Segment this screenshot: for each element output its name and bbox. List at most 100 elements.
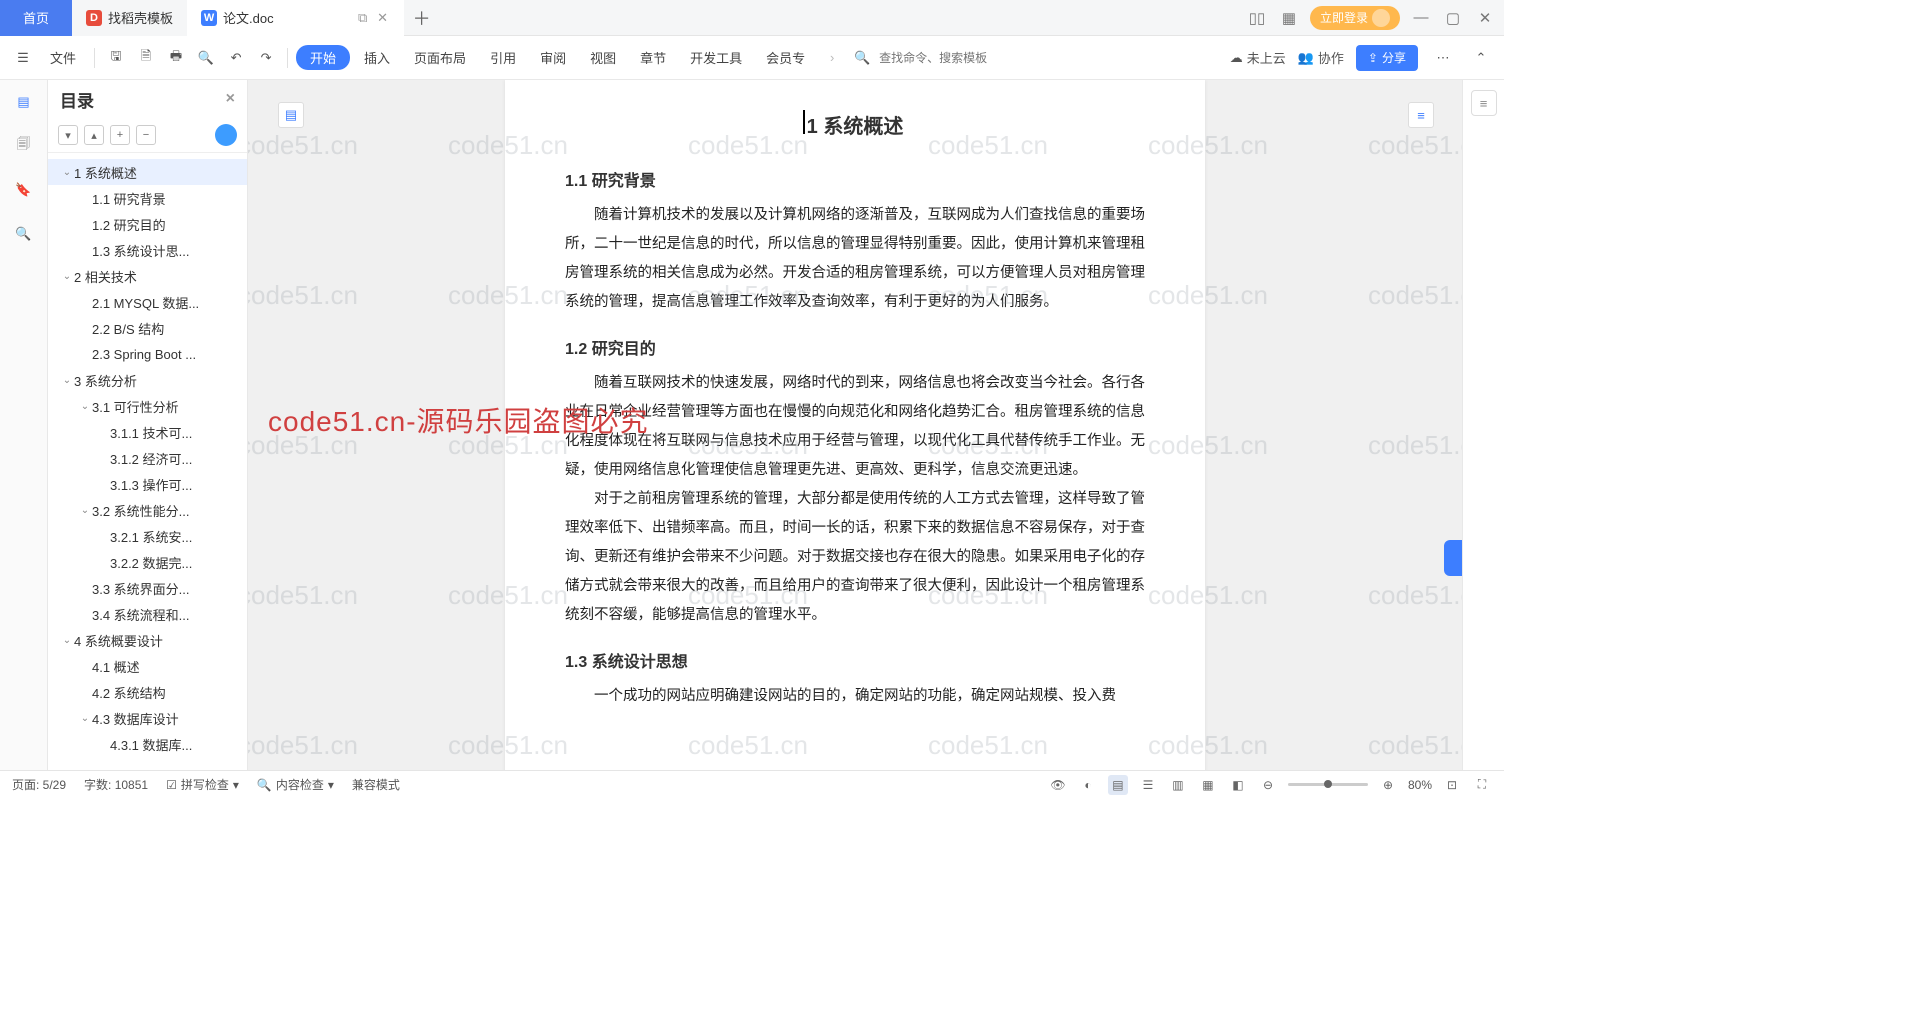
contentcheck-button[interactable]: 🔍 内容检查 ▾ bbox=[257, 776, 334, 793]
outline-expand-icon[interactable]: ▴ bbox=[84, 125, 104, 145]
outline-item[interactable]: ⌄2 相关技术 bbox=[48, 263, 247, 289]
outline-list[interactable]: ⌄1 系统概述1.1 研究背景1.2 研究目的1.3 系统设计思...⌄2 相关… bbox=[48, 153, 247, 770]
menu-view[interactable]: 视图 bbox=[580, 45, 626, 70]
menu-section[interactable]: 章节 bbox=[630, 45, 676, 70]
chevron-down-icon[interactable]: ⌄ bbox=[78, 401, 92, 412]
menu-insert[interactable]: 插入 bbox=[354, 45, 400, 70]
chevron-down-icon[interactable]: ⌄ bbox=[60, 271, 74, 282]
outline-item[interactable]: 4.1 概述 bbox=[48, 653, 247, 679]
word-counter[interactable]: 字数: 10851 bbox=[84, 776, 148, 793]
outline-tab-icon[interactable]: ▤ bbox=[12, 90, 36, 114]
weblayout-icon[interactable]: ▥ bbox=[1168, 775, 1188, 795]
save-icon[interactable]: 🖫 bbox=[103, 45, 129, 71]
redo-icon[interactable]: ↷ bbox=[253, 45, 279, 71]
outline-item[interactable]: 2.2 B/S 结构 bbox=[48, 315, 247, 341]
ruler-icon[interactable]: ◧ bbox=[1228, 775, 1248, 795]
print-icon[interactable]: 🖶 bbox=[163, 45, 189, 71]
file-menu[interactable]: 文件 bbox=[40, 45, 86, 70]
fullscreen-icon[interactable]: ⛶ bbox=[1472, 775, 1492, 795]
page-counter[interactable]: 页面: 5/29 bbox=[12, 776, 66, 793]
layout-icon[interactable]: ▯▯ bbox=[1246, 7, 1268, 29]
outline-collapse-icon[interactable]: ▾ bbox=[58, 125, 78, 145]
tab-add[interactable]: ＋ bbox=[404, 5, 440, 31]
outline-item[interactable]: ⌄3 系统分析 bbox=[48, 367, 247, 393]
clipboard-icon[interactable]: 🗐 bbox=[12, 134, 36, 158]
toolbox-icon[interactable]: ≡ bbox=[1471, 90, 1497, 116]
tab-home[interactable]: 首页 bbox=[0, 0, 72, 36]
menu-more-icon[interactable]: › bbox=[819, 45, 845, 71]
collab-button[interactable]: 👥协作 bbox=[1298, 48, 1344, 67]
outline-item[interactable]: 3.1.1 技术可... bbox=[48, 419, 247, 445]
window-close-icon[interactable]: ✕ bbox=[1474, 7, 1496, 29]
outline-close-icon[interactable]: × bbox=[226, 90, 235, 108]
outline-item[interactable]: 1.1 研究背景 bbox=[48, 185, 247, 211]
toolbar-more-icon[interactable]: ⋯ bbox=[1430, 45, 1456, 71]
chevron-down-icon[interactable]: ⌄ bbox=[78, 505, 92, 516]
menu-icon[interactable]: ☰ bbox=[10, 45, 36, 71]
fitpage-icon[interactable]: ⊡ bbox=[1442, 775, 1462, 795]
outline-sync-icon[interactable] bbox=[215, 124, 237, 146]
command-search-input[interactable] bbox=[879, 51, 1029, 65]
menu-review[interactable]: 审阅 bbox=[530, 45, 576, 70]
outline-remove-icon[interactable]: − bbox=[136, 125, 156, 145]
outline-item[interactable]: 3.2.2 数据完... bbox=[48, 549, 247, 575]
menu-reference[interactable]: 引用 bbox=[480, 45, 526, 70]
outline-item[interactable]: 2.1 MYSQL 数据... bbox=[48, 289, 247, 315]
pagelayout-icon[interactable]: ▤ bbox=[1108, 775, 1128, 795]
zoom-in-icon[interactable]: ⊕ bbox=[1378, 775, 1398, 795]
outline-item[interactable]: ⌄4.3 数据库设计 bbox=[48, 705, 247, 731]
outline-item[interactable]: 3.4 系统流程和... bbox=[48, 601, 247, 627]
focus-icon[interactable]: ◐ bbox=[1078, 775, 1098, 795]
compat-mode[interactable]: 兼容模式 bbox=[352, 776, 400, 793]
outline-item[interactable]: ⌄3.2 系统性能分... bbox=[48, 497, 247, 523]
share-button[interactable]: ⇪分享 bbox=[1356, 45, 1418, 71]
outline-item[interactable]: 1.2 研究目的 bbox=[48, 211, 247, 237]
menu-devtools[interactable]: 开发工具 bbox=[680, 45, 752, 70]
menu-member[interactable]: 会员专 bbox=[756, 45, 815, 70]
outline-item[interactable]: 1.3 系统设计思... bbox=[48, 237, 247, 263]
outline-item[interactable]: 3.1.3 操作可... bbox=[48, 471, 247, 497]
outline-add-icon[interactable]: + bbox=[110, 125, 130, 145]
outline-item[interactable]: 4.2 系统结构 bbox=[48, 679, 247, 705]
tab-templates[interactable]: D 找稻壳模板 bbox=[72, 0, 187, 36]
zoom-value[interactable]: 80% bbox=[1408, 778, 1432, 792]
outline-item[interactable]: 4.3.1 数据库... bbox=[48, 731, 247, 757]
tab-close-icon[interactable]: ✕ bbox=[376, 11, 390, 25]
bookmark-icon[interactable]: 🔖 bbox=[12, 178, 36, 202]
save-as-icon[interactable]: 🗎 bbox=[133, 45, 159, 71]
chevron-down-icon[interactable]: ⌄ bbox=[60, 635, 74, 646]
outline-item[interactable]: 3.2.1 系统安... bbox=[48, 523, 247, 549]
readmode-icon[interactable]: 👁 bbox=[1048, 775, 1068, 795]
login-button[interactable]: 立即登录 bbox=[1310, 6, 1400, 30]
chevron-down-icon[interactable]: ⌄ bbox=[78, 713, 92, 724]
outline-view-icon[interactable]: ☰ bbox=[1138, 775, 1158, 795]
outline-item[interactable]: 2.3 Spring Boot ... bbox=[48, 341, 247, 367]
outline-item[interactable]: 3.1.2 经济可... bbox=[48, 445, 247, 471]
side-handle-icon[interactable] bbox=[1444, 540, 1462, 576]
window-maximize-icon[interactable]: ▢ bbox=[1442, 7, 1464, 29]
cloud-status[interactable]: ☁未上云 bbox=[1230, 48, 1286, 67]
outline-item[interactable]: ⌄4 系统概要设计 bbox=[48, 627, 247, 653]
menu-page-layout[interactable]: 页面布局 bbox=[404, 45, 476, 70]
apps-icon[interactable]: ▦ bbox=[1278, 7, 1300, 29]
window-minimize-icon[interactable]: — bbox=[1410, 7, 1432, 29]
zoom-out-icon[interactable]: ⊖ bbox=[1258, 775, 1278, 795]
tab-document[interactable]: W 论文.doc ⧉ ✕ bbox=[187, 0, 404, 36]
doc-format-icon[interactable]: ≡ bbox=[1408, 102, 1434, 128]
print-preview-icon[interactable]: 🔍 bbox=[193, 45, 219, 71]
undo-icon[interactable]: ↶ bbox=[223, 45, 249, 71]
spellcheck-button[interactable]: ☑ 拼写检查 ▾ bbox=[166, 776, 239, 793]
draft-view-icon[interactable]: ▦ bbox=[1198, 775, 1218, 795]
outline-item[interactable]: 3.3 系统界面分... bbox=[48, 575, 247, 601]
outline-item[interactable]: ⌄3.1 可行性分析 bbox=[48, 393, 247, 419]
find-icon[interactable]: 🔍 bbox=[12, 222, 36, 246]
tab-popout-icon[interactable]: ⧉ bbox=[356, 11, 370, 25]
collapse-ribbon-icon[interactable]: ⌃ bbox=[1468, 45, 1494, 71]
outline-item[interactable]: ⌄1 系统概述 bbox=[48, 159, 247, 185]
menu-start[interactable]: 开始 bbox=[296, 45, 350, 70]
chevron-down-icon[interactable]: ⌄ bbox=[60, 375, 74, 386]
doc-options-icon[interactable]: ▤ bbox=[278, 102, 304, 128]
document-viewport[interactable]: ▤ ≡ code51.cncode51.cncode51.cncode51.cn… bbox=[248, 80, 1462, 770]
zoom-slider[interactable] bbox=[1288, 783, 1368, 786]
chevron-down-icon[interactable]: ⌄ bbox=[60, 167, 74, 178]
